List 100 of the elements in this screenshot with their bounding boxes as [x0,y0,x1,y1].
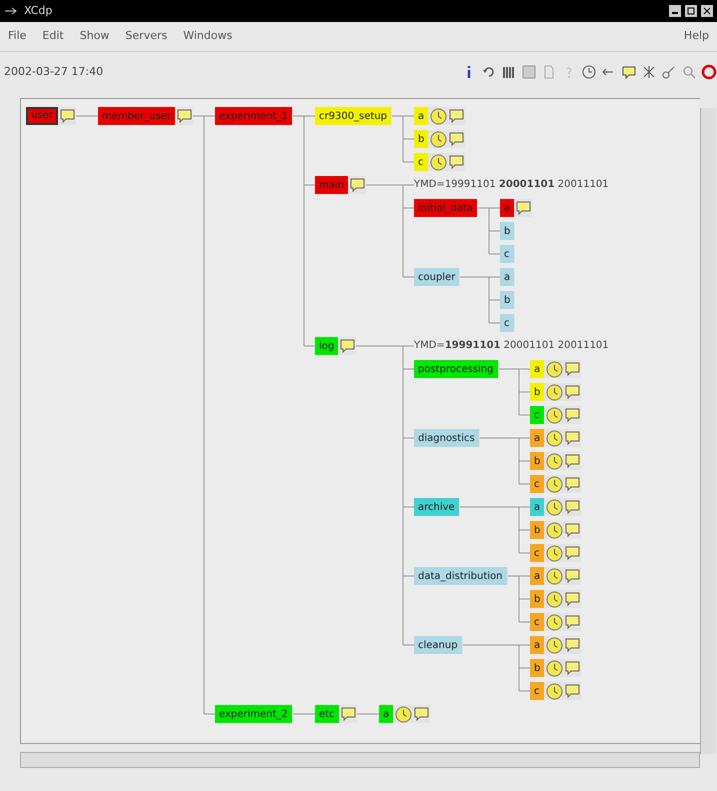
node-label[interactable]: a [379,705,394,723]
note-icon[interactable] [350,178,365,192]
node-label[interactable]: a [530,360,544,378]
node-label[interactable]: c [500,314,514,332]
note-icon[interactable] [565,661,580,675]
node-label[interactable]: log [315,337,338,355]
note-icon[interactable] [565,385,580,399]
note-icon[interactable] [564,615,580,629]
note-icon[interactable] [565,592,580,606]
node-label[interactable]: c [530,406,544,424]
clock-icon[interactable] [581,64,597,80]
clock-icon[interactable] [395,706,412,722]
maximize-button[interactable] [685,5,697,17]
note-icon[interactable] [449,109,464,123]
minimize-button[interactable] [669,5,681,17]
menu-item[interactable]: Show [80,28,110,45]
clock-icon[interactable] [546,498,564,516]
note-icon[interactable] [621,64,637,80]
note-icon[interactable] [340,707,356,721]
note-icon[interactable] [177,109,192,123]
menu-item[interactable]: Edit [42,28,64,45]
node-label[interactable]: c [500,245,514,263]
node-label[interactable]: a [414,107,428,125]
clock-icon[interactable] [430,154,446,170]
node-label[interactable]: coupler [414,268,460,286]
clock-icon[interactable] [546,452,564,470]
repeat-label: YMD=19991101 20001101 20011101 [414,339,609,353]
tree-connector [460,506,530,554]
clock-icon[interactable] [546,636,564,654]
clock-icon[interactable] [546,406,562,424]
note-icon[interactable] [414,707,430,721]
menu-item[interactable]: File [8,28,26,45]
node-label[interactable]: b [530,452,544,470]
note-icon[interactable] [565,523,580,537]
node-label[interactable]: a [530,429,544,447]
clock-icon[interactable] [546,360,564,378]
note-icon[interactable] [516,201,532,215]
tree-connector [498,368,530,416]
node-label[interactable]: archive [414,498,459,516]
search-icon[interactable] [681,64,697,80]
node-label[interactable]: c [530,475,544,493]
note-icon[interactable] [565,569,580,583]
close-button[interactable] [701,5,713,17]
note-icon[interactable] [565,454,580,468]
note-icon[interactable] [564,408,580,422]
note-icon[interactable] [565,362,580,376]
node-label[interactable]: c [530,544,544,562]
note-icon[interactable] [564,477,580,491]
node-label[interactable]: cleanup [414,636,462,654]
node-label[interactable]: etc [315,705,339,723]
clock-icon[interactable] [430,130,448,148]
node-label[interactable]: a [530,567,544,585]
node-label[interactable]: cr9300_setup [315,107,392,125]
clock-icon[interactable] [546,568,564,584]
node-label[interactable]: a [500,268,514,286]
stop-icon[interactable] [701,64,717,80]
note-icon[interactable] [564,684,580,698]
clock-icon[interactable] [546,384,564,400]
bars-icon[interactable] [501,64,517,80]
horizontal-scrollbar[interactable] [20,752,700,768]
key-icon[interactable] [661,64,677,80]
clock-icon[interactable] [546,476,562,492]
note-icon[interactable] [564,546,580,560]
network-icon[interactable] [641,64,657,80]
node-label[interactable]: postprocessing [414,360,498,378]
menu-item[interactable]: Windows [183,28,232,45]
node-label[interactable]: c [530,682,544,700]
node-label[interactable]: b [530,590,544,608]
node-label[interactable]: a [530,636,544,654]
note-icon[interactable] [565,638,580,652]
node-label[interactable]: a [530,498,544,516]
node-label[interactable]: b [500,222,514,240]
clock-icon[interactable] [546,590,564,608]
note-icon[interactable] [565,431,580,445]
node-label[interactable]: b [414,130,428,148]
node-label[interactable]: c [414,153,428,171]
node-label[interactable]: experiment_2 [215,705,292,723]
date-time: 2002-03-27 17:40 [4,64,104,80]
clock-icon[interactable] [546,522,564,538]
node-label[interactable]: b [530,521,544,539]
node-label[interactable]: diagnostics [414,429,479,447]
clock-icon[interactable] [546,544,562,562]
note-icon[interactable] [565,500,580,514]
node-label[interactable]: data_distribution [414,567,507,585]
note-icon[interactable] [340,339,356,353]
node-label[interactable]: c [530,613,544,631]
menu-item[interactable]: Servers [125,28,168,45]
clock-icon[interactable] [430,108,448,124]
clock-icon[interactable] [546,430,564,446]
note-icon[interactable] [60,109,75,123]
menu-item[interactable]: Help [684,28,709,45]
node-label[interactable]: b [530,383,544,401]
note-icon[interactable] [448,155,464,169]
note-icon[interactable] [449,132,464,146]
clock-icon[interactable] [546,660,564,676]
clock-icon[interactable] [546,682,562,700]
vertical-scrollbar[interactable] [700,108,716,754]
clock-icon[interactable] [546,614,562,630]
node-label[interactable]: b [530,659,544,677]
node-label[interactable]: b [500,291,514,309]
